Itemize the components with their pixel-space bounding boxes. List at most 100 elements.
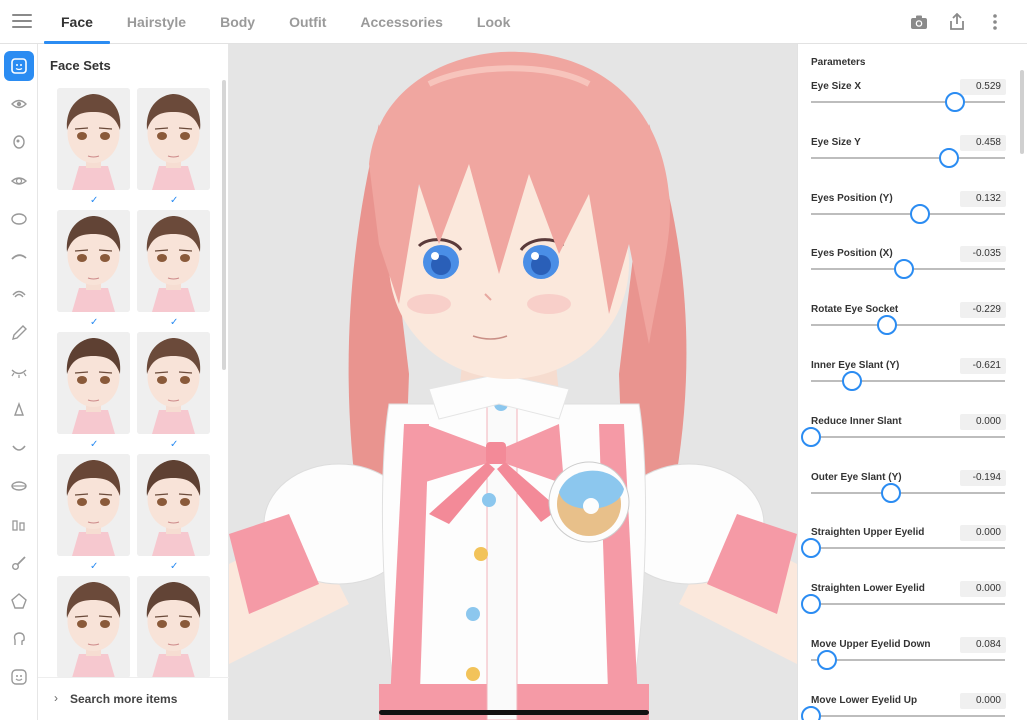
teeth-icon[interactable]	[4, 509, 34, 539]
face-set-thumbnail[interactable]	[137, 576, 210, 678]
parameter-slider-track[interactable]	[811, 380, 1005, 382]
tab-face[interactable]: Face	[44, 0, 110, 44]
category-tabs: Face Hairstyle Body Outfit Accessories Look	[44, 0, 527, 44]
tab-look[interactable]: Look	[460, 0, 527, 44]
parameter-value-field[interactable]: -0.035	[960, 246, 1006, 263]
lips-icon[interactable]	[4, 471, 34, 501]
parameter-slider-knob[interactable]	[801, 426, 821, 447]
eye-highlight-icon[interactable]	[4, 166, 34, 196]
parameter-row: Straighten Upper Eyelid 0.000	[798, 525, 1018, 583]
parameter-name: Reduce Inner Slant	[811, 415, 902, 427]
parameter-value-field[interactable]: 0.000	[960, 413, 1006, 430]
parameter-value-field[interactable]: 0.000	[960, 525, 1006, 542]
parameter-value-field[interactable]: -0.621	[960, 358, 1006, 374]
face-set-thumbnail[interactable]	[57, 332, 130, 434]
face-icon[interactable]	[4, 51, 34, 81]
eyebrow-icon[interactable]	[4, 242, 34, 272]
tab-outfit[interactable]: Outfit	[272, 0, 343, 44]
parameter-value-field[interactable]: 0.458	[960, 134, 1006, 151]
checkmark-icon: ✓	[170, 195, 179, 206]
parameter-value-field[interactable]: -0.194	[960, 469, 1006, 486]
camera-icon[interactable]	[907, 10, 931, 34]
parameter-slider-knob[interactable]	[801, 705, 821, 720]
parameter-slider-track[interactable]	[811, 659, 1005, 661]
head-profile-icon[interactable]	[4, 624, 34, 654]
mouth-icon[interactable]	[4, 433, 34, 463]
eyelash-icon[interactable]	[4, 357, 34, 387]
face-sets-scrollbar[interactable]	[222, 80, 226, 370]
top-bar: Face Hairstyle Body Outfit Accessories Look	[0, 0, 1027, 44]
share-icon[interactable]	[945, 10, 969, 34]
eye-icon[interactable]	[4, 89, 34, 119]
face-set-thumbnail[interactable]	[137, 210, 210, 312]
parameter-slider-track[interactable]	[811, 547, 1005, 550]
parameter-name: Move Upper Eyelid Down	[811, 639, 931, 650]
parameter-slider-knob[interactable]	[841, 371, 862, 391]
parameter-slider-track[interactable]	[811, 435, 1005, 438]
face-sets-panel: Face Sets ✓ ✓ ✓ ✓ ✓ ✓ ✓ ✓ › Search more items	[38, 44, 229, 720]
parameter-name: Straighten Lower Eyelid	[811, 583, 925, 595]
parameter-value-field[interactable]: 0.000	[960, 581, 1006, 598]
parameter-row: Inner Eye Slant (Y) -0.621	[798, 358, 1018, 416]
parameter-slider-knob[interactable]	[880, 482, 901, 503]
nose-icon[interactable]	[4, 395, 34, 425]
parameter-value-field[interactable]: 0.000	[960, 692, 1006, 709]
face-set-thumbnail[interactable]	[137, 88, 210, 190]
search-more-items-button[interactable]: › Search more items	[38, 677, 229, 720]
parameter-slider-track[interactable]	[811, 101, 1005, 103]
checkmark-icon: ✓	[90, 317, 99, 328]
face-set-thumbnail[interactable]	[57, 454, 130, 556]
parameter-value-field[interactable]: -0.229	[960, 302, 1006, 319]
checkmark-icon: ✓	[90, 561, 99, 572]
face-category-rail	[0, 44, 38, 720]
head-shape-icon[interactable]	[4, 586, 34, 616]
iris-icon[interactable]	[4, 127, 34, 157]
parameter-slider-knob[interactable]	[801, 594, 821, 615]
parameter-value-field[interactable]: 0.132	[960, 190, 1006, 207]
parameter-name: Outer Eye Slant (Y)	[811, 471, 902, 483]
parameter-slider-track[interactable]	[811, 212, 1005, 215]
checkmark-icon: ✓	[90, 439, 99, 450]
face-set-thumbnail[interactable]	[57, 576, 130, 678]
ear-icon[interactable]	[4, 280, 34, 310]
face-set-thumbnail[interactable]	[137, 332, 210, 434]
parameter-name: Move Lower Eyelid Up	[811, 694, 918, 706]
parameter-value-field[interactable]: 0.529	[960, 79, 1006, 95]
parameter-row: Move Lower Eyelid Up 0.000	[798, 692, 1018, 720]
face-set-thumbnail[interactable]	[57, 210, 130, 312]
parameter-slider-knob[interactable]	[816, 650, 837, 670]
parameter-slider-knob[interactable]	[944, 92, 965, 112]
checkmark-icon: ✓	[170, 439, 179, 450]
more-vertical-icon[interactable]	[983, 10, 1007, 34]
eyedropper-icon[interactable]	[4, 318, 34, 348]
tab-hairstyle[interactable]: Hairstyle	[110, 0, 203, 44]
top-actions	[907, 10, 1007, 34]
parameter-slider-knob[interactable]	[801, 538, 821, 559]
face-set-thumbnail[interactable]	[137, 454, 210, 556]
parameter-slider-knob[interactable]	[909, 203, 930, 224]
parameter-slider-track[interactable]	[811, 603, 1005, 606]
hamburger-menu-icon[interactable]	[12, 14, 32, 30]
parameter-slider-track[interactable]	[811, 156, 1005, 159]
search-more-label: Search more items	[70, 692, 178, 706]
face-shape-icon[interactable]	[4, 204, 34, 234]
face-set-thumbnail[interactable]	[57, 88, 130, 190]
tab-accessories[interactable]: Accessories	[343, 0, 460, 44]
parameter-slider-track[interactable]	[811, 714, 1005, 717]
parameter-value-field[interactable]: 0.084	[960, 637, 1006, 653]
parameter-slider-knob[interactable]	[938, 147, 959, 168]
tab-body[interactable]: Body	[203, 0, 272, 44]
expression-icon[interactable]	[4, 662, 34, 692]
parameter-name: Rotate Eye Socket	[811, 304, 899, 316]
parameter-slider-knob[interactable]	[876, 315, 897, 336]
avatar-viewport[interactable]	[229, 44, 797, 720]
chevron-right-icon: ›	[54, 691, 58, 705]
parameter-slider-track[interactable]	[811, 491, 1005, 494]
brush-icon[interactable]	[4, 548, 34, 578]
parameter-row: Eyes Position (Y) 0.132	[798, 190, 1018, 249]
avatar-preview	[229, 51, 797, 720]
parameter-row: Eyes Position (X) -0.035	[798, 246, 1018, 304]
parameters-scrollbar[interactable]	[1020, 70, 1024, 154]
parameter-slider-track[interactable]	[811, 324, 1005, 327]
parameter-slider-knob[interactable]	[894, 259, 915, 280]
